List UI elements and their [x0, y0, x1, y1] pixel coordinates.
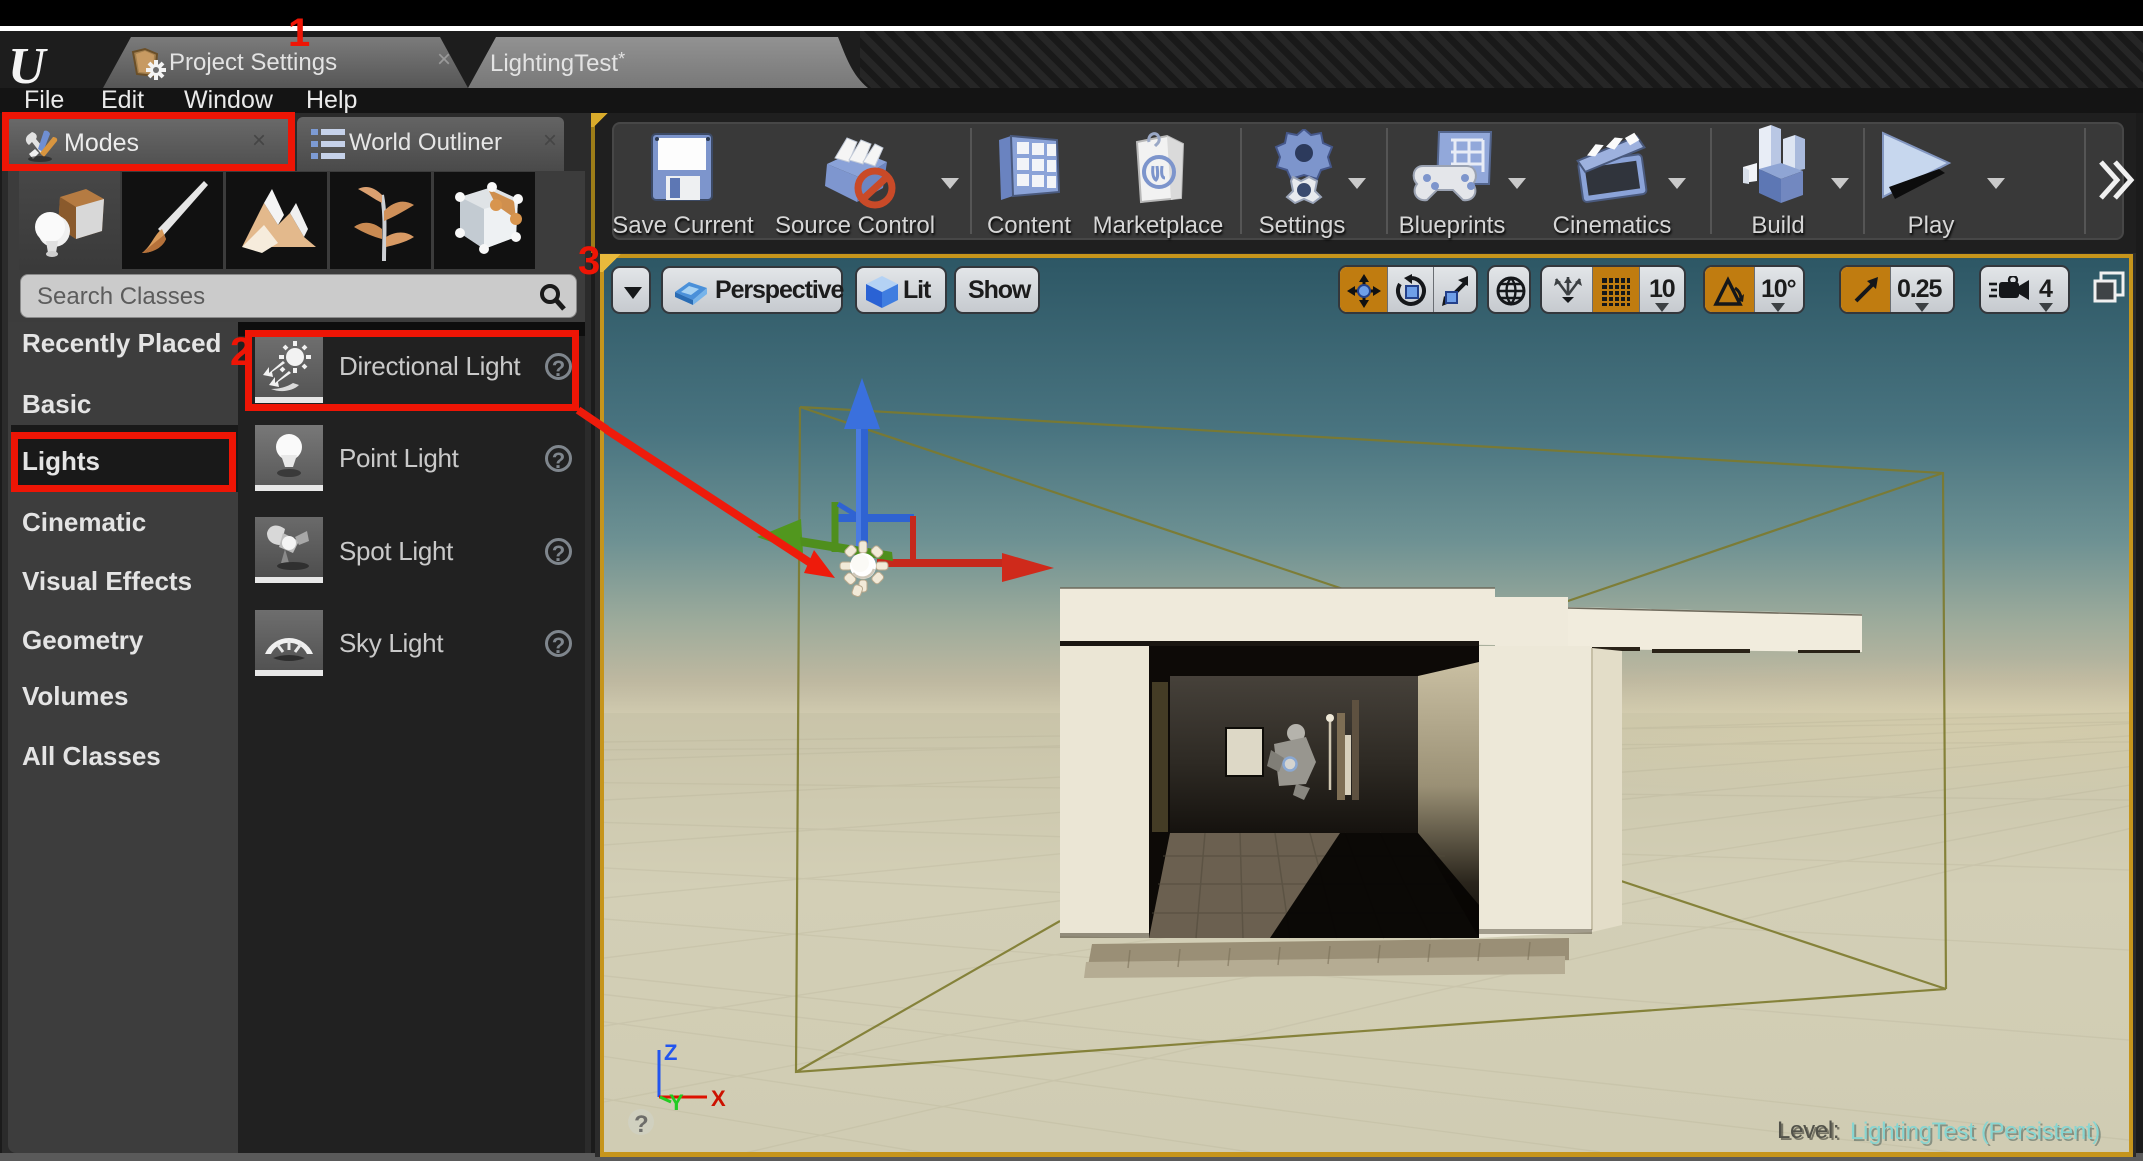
svg-text:LightingTest (Persistent): LightingTest (Persistent)	[1850, 1118, 2100, 1145]
svg-text:X: X	[711, 1086, 726, 1111]
svg-text:Level:: Level:	[1777, 1117, 1839, 1144]
svg-text:?: ?	[634, 1111, 649, 1138]
svg-text:Y: Y	[669, 1090, 684, 1115]
svg-text:Z: Z	[664, 1040, 677, 1065]
